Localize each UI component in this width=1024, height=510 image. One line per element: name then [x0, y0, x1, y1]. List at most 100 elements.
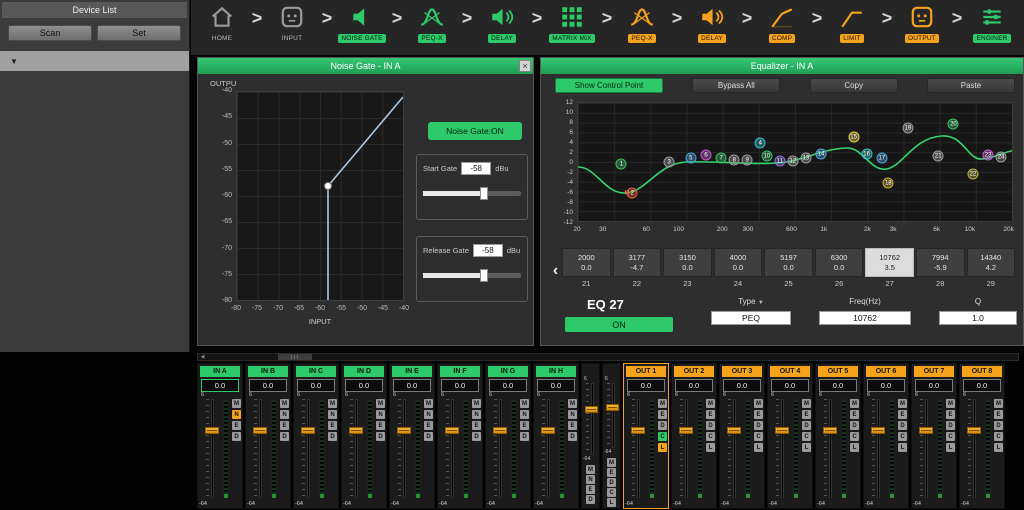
channel-fader[interactable]: 6-64	[625, 392, 647, 506]
toolbar-item-delay[interactable]: DELAY	[683, 2, 741, 43]
channel-gain-value[interactable]: 0.0	[867, 379, 905, 392]
channel-button-m[interactable]: M	[280, 399, 289, 408]
channel-button-m[interactable]: M	[898, 399, 907, 408]
eq-control-point-22[interactable]: 22	[967, 168, 978, 179]
channel-gain-value[interactable]: 0.0	[771, 379, 809, 392]
channel-gain-value[interactable]: 0.0	[537, 379, 575, 392]
eq-band-box[interactable]: 63000.0	[815, 248, 864, 277]
fader-handle[interactable]	[541, 427, 555, 434]
eq-control-point-12[interactable]: 12	[787, 155, 798, 166]
eq-button-show-control-point[interactable]: Show Control Point	[555, 78, 663, 93]
fader-track[interactable]	[973, 399, 976, 498]
toolbar-item-peq-x[interactable]: PEQ-X	[613, 2, 671, 43]
channel-button-e[interactable]: E	[280, 421, 289, 430]
scrollbar-thumb[interactable]	[278, 354, 312, 360]
channel-strip-out-1[interactable]: OUT 10.06-64MEDCL	[623, 363, 669, 509]
eq-on-button[interactable]: ON	[565, 317, 673, 332]
channel-button-d[interactable]: D	[472, 432, 481, 441]
eq-band-box[interactable]: 107623.5	[865, 248, 914, 277]
channel-button-e[interactable]: E	[946, 410, 955, 419]
channel-button-c[interactable]: C	[994, 432, 1003, 441]
eq-control-point-24[interactable]: 24	[996, 152, 1007, 163]
eq-band-24[interactable]: 40000.024	[714, 248, 763, 294]
channel-button-l[interactable]: L	[994, 443, 1003, 452]
toolbar-item-limit[interactable]: LIMIT	[823, 2, 881, 43]
fader-handle[interactable]	[631, 427, 645, 434]
fader-track[interactable]	[547, 399, 550, 498]
fader-handle[interactable]	[445, 427, 459, 434]
channel-button-c[interactable]: C	[658, 432, 667, 441]
eq-control-point-2[interactable]: 2	[627, 187, 638, 198]
fader-handle[interactable]	[679, 427, 693, 434]
channel-fader[interactable]: 6-64	[769, 392, 791, 506]
fader-handle[interactable]	[349, 427, 363, 434]
start-gate-slider[interactable]	[423, 191, 521, 196]
channel-fader[interactable]: 6-64	[391, 392, 413, 506]
expand-triangle-icon[interactable]: ▼	[10, 57, 18, 66]
eq-control-point-19[interactable]: 19	[902, 122, 913, 133]
channel-fader[interactable]: 6-64	[961, 392, 983, 506]
channel-gain-value[interactable]: 0.0	[963, 379, 1001, 392]
fader-handle[interactable]	[205, 427, 219, 434]
channel-button-m[interactable]: M	[658, 399, 667, 408]
channel-button-e[interactable]: E	[802, 410, 811, 419]
channel-button-n[interactable]: N	[328, 410, 337, 419]
channel-button-d[interactable]: D	[850, 421, 859, 430]
channel-button-d[interactable]: D	[586, 495, 595, 504]
toolbar-item-delay[interactable]: DELAY	[473, 2, 531, 43]
channel-button-m[interactable]: M	[568, 399, 577, 408]
channel-button-m[interactable]: M	[754, 399, 763, 408]
channel-button-m[interactable]: M	[424, 399, 433, 408]
channel-button-c[interactable]: C	[898, 432, 907, 441]
eq-band-26[interactable]: 63000.026	[815, 248, 864, 294]
fader-track[interactable]	[733, 399, 736, 498]
eq-band-25[interactable]: 51970.025	[764, 248, 813, 294]
channel-button-m[interactable]: M	[706, 399, 715, 408]
channel-fader[interactable]: 6-64	[199, 392, 221, 506]
channel-button-d[interactable]: D	[898, 421, 907, 430]
channel-button-d[interactable]: D	[280, 432, 289, 441]
fader-track[interactable]	[829, 399, 832, 498]
channel-button-d[interactable]: D	[568, 432, 577, 441]
channel-fader[interactable]: 6-64	[865, 392, 887, 506]
close-icon[interactable]: ×	[519, 60, 531, 72]
channel-button-c[interactable]: C	[802, 432, 811, 441]
release-gate-slider-thumb[interactable]	[480, 269, 488, 282]
fader-track[interactable]	[925, 399, 928, 498]
channel-fader[interactable]: 6-64	[913, 392, 935, 506]
eq-control-point-17[interactable]: 17	[876, 153, 887, 164]
horizontal-scrollbar[interactable]: ◀	[197, 353, 1019, 361]
eq-control-point-20[interactable]: 20	[948, 119, 959, 130]
channel-fader[interactable]: 6-64	[535, 392, 557, 506]
channel-button-m[interactable]: M	[586, 465, 595, 474]
fader-track[interactable]	[781, 399, 784, 498]
channel-gain-value[interactable]: 0.0	[201, 379, 239, 392]
channel-gain-value[interactable]: 0.0	[489, 379, 527, 392]
channel-strip-out-4[interactable]: OUT 40.06-64MEDCL	[767, 363, 813, 509]
channel-button-n[interactable]: N	[280, 410, 289, 419]
device-row[interactable]: ▼	[0, 51, 189, 71]
eq-band-21[interactable]: 20000.021	[562, 248, 611, 294]
channel-button-d[interactable]: D	[658, 421, 667, 430]
channel-button-m[interactable]: M	[376, 399, 385, 408]
channel-button-e[interactable]: E	[658, 410, 667, 419]
channel-strip-out-7[interactable]: OUT 70.06-64MEDCL	[911, 363, 957, 509]
fader-handle[interactable]	[823, 427, 837, 434]
channel-button-e[interactable]: E	[568, 421, 577, 430]
eq-control-point-5[interactable]: 5	[685, 153, 696, 164]
fader-handle[interactable]	[493, 427, 507, 434]
channel-button-e[interactable]: E	[328, 421, 337, 430]
channel-button-l[interactable]: L	[946, 443, 955, 452]
channel-fader[interactable]: 6-64	[439, 392, 461, 506]
band-scroll-left-icon[interactable]: ‹	[549, 248, 562, 294]
fader-handle[interactable]	[871, 427, 885, 434]
fader-track[interactable]	[259, 399, 262, 498]
channel-button-l[interactable]: L	[754, 443, 763, 452]
channel-button-d[interactable]: D	[607, 478, 616, 487]
channel-fader[interactable]: 6-64	[343, 392, 365, 506]
scroll-left-arrow-icon[interactable]: ◀	[198, 354, 207, 360]
channel-button-l[interactable]: L	[802, 443, 811, 452]
channel-strip-out-6[interactable]: OUT 60.06-64MEDCL	[863, 363, 909, 509]
channel-button-e[interactable]: E	[232, 421, 241, 430]
release-gate-value[interactable]: -58	[473, 244, 503, 257]
